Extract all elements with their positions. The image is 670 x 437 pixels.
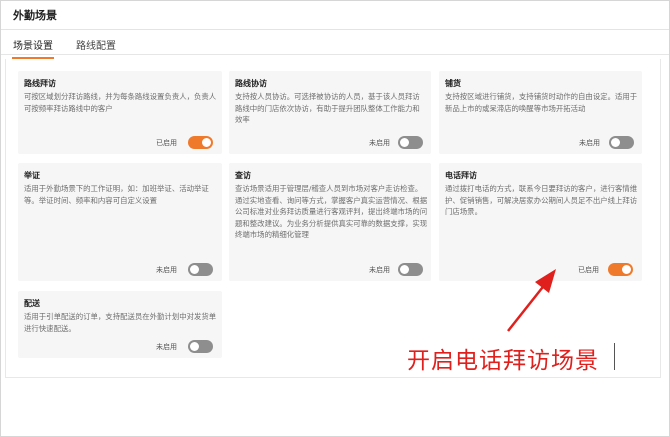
text-caret xyxy=(614,343,615,370)
annotation-text: 开启电话拜访场景 xyxy=(407,348,599,374)
app-window: 外勤场景 场景设置 路线配置 路线拜访 可按区域划分拜访路线，并为每条路线设置负… xyxy=(0,0,670,437)
